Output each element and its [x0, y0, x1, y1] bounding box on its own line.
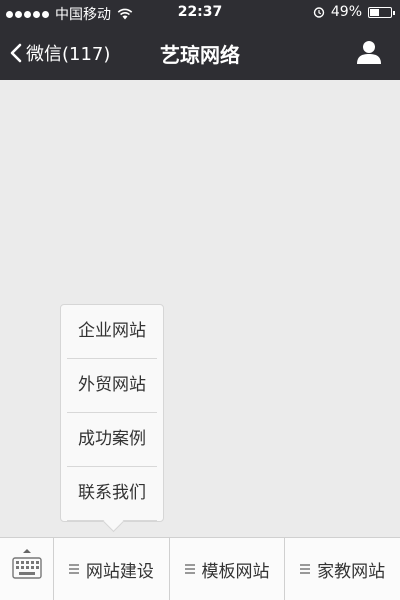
menu-button-website-building[interactable]: 网站建设 — [54, 538, 170, 600]
hamburger-icon — [184, 564, 195, 574]
person-icon[interactable] — [356, 39, 382, 65]
submenu-item-foreign-trade-site[interactable]: 外贸网站 — [67, 359, 157, 413]
caret-up-icon — [23, 549, 31, 553]
alarm-icon — [313, 7, 325, 18]
keyboard-icon — [12, 557, 42, 579]
battery-fill — [370, 8, 379, 16]
menu-button-label: 模板网站 — [201, 561, 270, 582]
status-right: 49% — [313, 4, 395, 20]
hamburger-icon — [300, 564, 311, 574]
page-title: 艺琼网络 — [160, 43, 240, 67]
keyboard-toggle-button[interactable] — [0, 538, 54, 600]
menu-button-tutoring-sites[interactable]: 家教网站 — [285, 538, 400, 600]
menu-button-label: 家教网站 — [317, 561, 386, 582]
battery-icon — [368, 6, 395, 18]
hamburger-icon — [68, 564, 79, 574]
submenu-item-success-cases[interactable]: 成功案例 — [67, 413, 157, 467]
submenu-popup: 企业网站 外贸网站 成功案例 联系我们 — [60, 304, 164, 533]
bottom-menu-bar: 网站建设 模板网站 家教网站 — [0, 537, 400, 600]
menu-button-template-sites[interactable]: 模板网站 — [170, 538, 286, 600]
status-bar: 中国移动 22:37 49% — [0, 0, 400, 26]
battery-percent: 49% — [330, 4, 362, 20]
nav-bar: 微信(117) 艺琼网络 — [0, 26, 400, 80]
menu-button-label: 网站建设 — [85, 561, 154, 582]
submenu-item-corporate-site[interactable]: 企业网站 — [67, 305, 157, 359]
